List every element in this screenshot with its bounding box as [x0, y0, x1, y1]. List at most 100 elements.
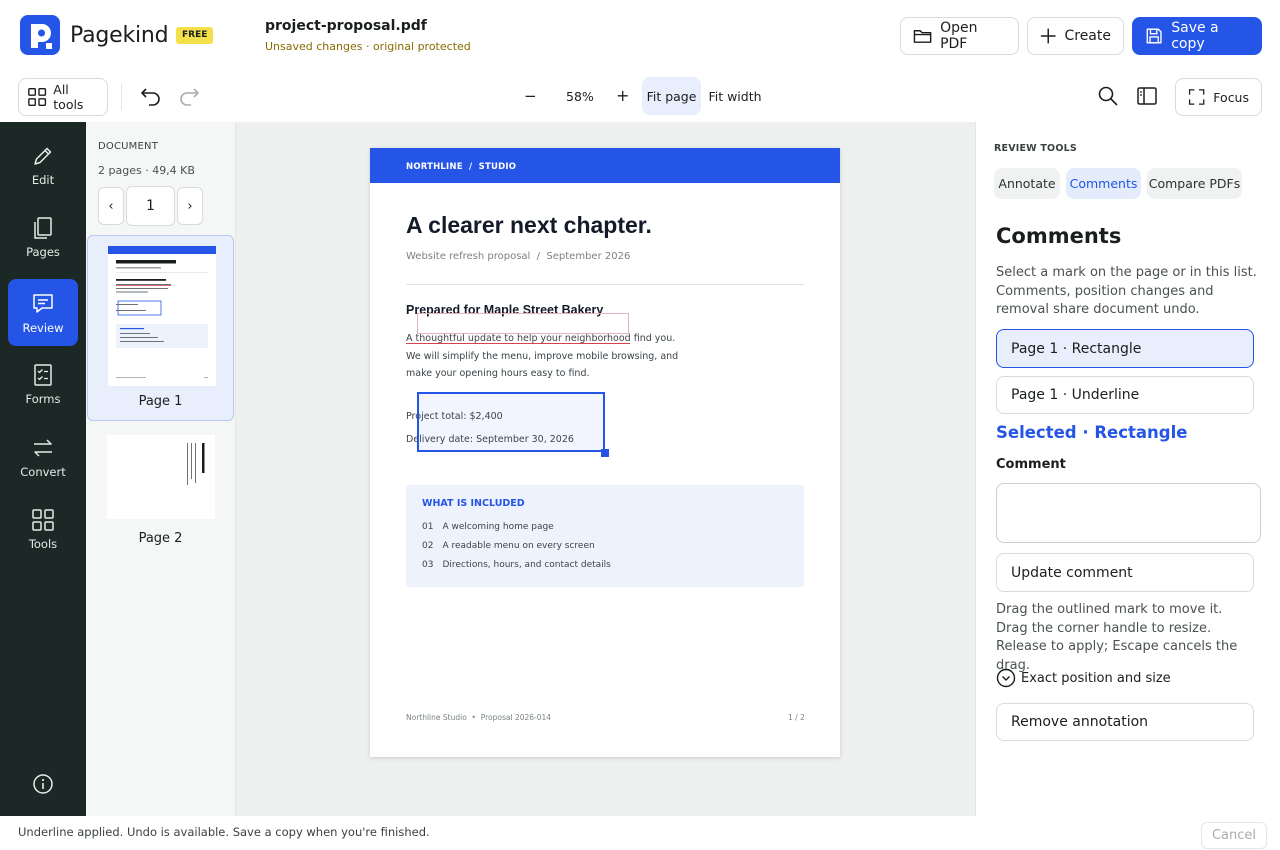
folder-icon [913, 30, 932, 43]
item-text: A readable menu on every screen [442, 541, 595, 551]
included-heading: WHAT IS INCLUDED [422, 498, 525, 509]
rail-label: Forms [25, 392, 61, 406]
redo-button[interactable] [177, 85, 201, 107]
toggle-panel-button[interactable] [1136, 85, 1158, 107]
item-number: 01 [422, 522, 434, 532]
underline-annotation[interactable] [406, 343, 630, 344]
search-icon [1098, 86, 1118, 106]
toolbar-divider [121, 84, 122, 110]
form-icon [34, 364, 52, 386]
chevron-down-icon [996, 668, 1016, 688]
rail-label: Tools [28, 537, 58, 551]
rail-item-tools[interactable]: Tools [8, 496, 78, 562]
page-1-preview [108, 246, 216, 386]
included-item: 03 Directions, hours, and contact details [422, 560, 611, 570]
thumbnail-page-1[interactable]: Page 1 [87, 235, 234, 421]
status-message: Underline applied. Undo is available. Sa… [18, 825, 430, 839]
update-comment-button[interactable]: Update comment [996, 553, 1254, 592]
exact-position-label: Exact position and size [1021, 670, 1171, 686]
plus-icon [1040, 28, 1056, 44]
item-number: 03 [422, 560, 434, 570]
body-line: We will simplify the menu, improve mobil… [406, 350, 679, 362]
included-item: 02 A readable menu on every screen [422, 541, 595, 551]
pdf-page[interactable]: NORTHLINE / STUDIO A clearer next chapte… [370, 148, 840, 757]
brand-name: Pagekind [70, 23, 169, 48]
grid-icon [28, 88, 47, 106]
underline-annotation-outline[interactable] [417, 313, 629, 334]
annotation-item-underline[interactable]: Page 1 · Underline [996, 376, 1254, 414]
included-item: 01 A welcoming home page [422, 522, 554, 532]
exact-position-toggle[interactable]: Exact position and size [996, 668, 1171, 688]
page-footer-number: 1 / 2 [788, 713, 805, 722]
undo-button[interactable] [139, 85, 163, 107]
redo-icon [180, 88, 199, 106]
info-icon [33, 774, 53, 794]
comment-textarea[interactable] [996, 483, 1261, 543]
doc-title: A clearer next chapter. [406, 212, 652, 238]
thumbnail-page-2[interactable]: Page 2 [87, 435, 234, 555]
item-number: 02 [422, 541, 434, 551]
comment-icon [33, 293, 53, 313]
item-text: Directions, hours, and contact details [442, 560, 611, 570]
view-toolbar: All tools − 58% + Fit page Fit width Foc… [0, 72, 1280, 122]
status-bar: Underline applied. Undo is available. Sa… [0, 816, 1280, 850]
fit-width-button[interactable]: Fit width [706, 77, 764, 115]
open-pdf-button[interactable]: Open PDF [900, 17, 1019, 55]
undo-icon [141, 88, 160, 106]
prev-page-button[interactable]: ‹ [98, 187, 124, 225]
zoom-level: 58% [566, 89, 594, 104]
rail-item-review[interactable]: Review [8, 279, 78, 346]
rail-item-convert[interactable]: Convert [8, 424, 78, 490]
file-status: Unsaved changes · original protected [265, 40, 471, 53]
pages-icon [34, 217, 52, 239]
open-pdf-label: Open PDF [940, 20, 978, 52]
cancel-button[interactable]: Cancel [1201, 822, 1267, 849]
pencil-icon [34, 147, 52, 165]
rectangle-annotation[interactable] [417, 392, 605, 452]
tab-compare-pdfs[interactable]: Compare PDFs [1147, 168, 1242, 199]
zoom-out-button[interactable]: − [524, 87, 537, 105]
thumbnail-label: Page 2 [138, 531, 183, 546]
create-button[interactable]: Create [1027, 17, 1124, 55]
drag-hint: Drag the outlined mark to move it. Drag … [996, 602, 1238, 673]
save-copy-label: Save a copy [1171, 20, 1219, 52]
rail-item-pages[interactable]: Pages [8, 204, 78, 270]
all-tools-label: All tools [53, 82, 84, 112]
annotation-item-rectangle[interactable]: Page 1 · Rectangle [996, 329, 1254, 368]
tab-comments[interactable]: Comments [1066, 168, 1141, 199]
item-text: A welcoming home page [442, 522, 554, 532]
save-copy-button[interactable]: Save a copy [1132, 17, 1262, 55]
rail-item-forms[interactable]: Forms [8, 351, 78, 417]
review-panel: REVIEW TOOLS Annotate Comments Compare P… [975, 122, 1280, 816]
page-number-input[interactable]: 1 [126, 186, 175, 226]
remove-annotation-button[interactable]: Remove annotation [996, 703, 1254, 741]
next-page-button[interactable]: › [177, 187, 203, 225]
comments-description: Select a mark on the page or in this lis… [996, 265, 1257, 317]
search-button[interactable] [1097, 85, 1119, 107]
comments-title: Comments [996, 224, 1122, 248]
info-button[interactable] [32, 773, 54, 795]
comment-label: Comment [996, 457, 1066, 472]
create-label: Create [1064, 28, 1111, 44]
included-box: WHAT IS INCLUDED 01 A welcoming home page… [406, 485, 804, 587]
fit-page-button[interactable]: Fit page [642, 77, 701, 115]
pagekind-logo-icon [20, 15, 60, 55]
resize-handle[interactable] [601, 449, 609, 457]
file-name: project-proposal.pdf [265, 18, 427, 34]
selected-heading: Selected · Rectangle [996, 423, 1188, 442]
rail-label: Convert [20, 465, 66, 479]
left-rail: Edit Pages Review Forms Convert Tools [0, 122, 86, 816]
rail-item-edit[interactable]: Edit [8, 132, 78, 198]
tab-annotate[interactable]: Annotate [994, 168, 1060, 199]
plan-badge: FREE [176, 27, 214, 44]
zoom-in-button[interactable]: + [616, 86, 629, 105]
focus-button[interactable]: Focus [1175, 78, 1262, 116]
grid-icon [32, 509, 54, 531]
rail-label: Review [22, 320, 64, 335]
doc-body: A thoughtful update to help your neighbo… [406, 330, 678, 383]
expand-icon [1188, 89, 1205, 105]
doc-subtitle: Website refresh proposal / September 202… [406, 251, 631, 262]
convert-icon [34, 439, 52, 457]
all-tools-button[interactable]: All tools [18, 78, 108, 116]
focus-label: Focus [1213, 89, 1249, 105]
